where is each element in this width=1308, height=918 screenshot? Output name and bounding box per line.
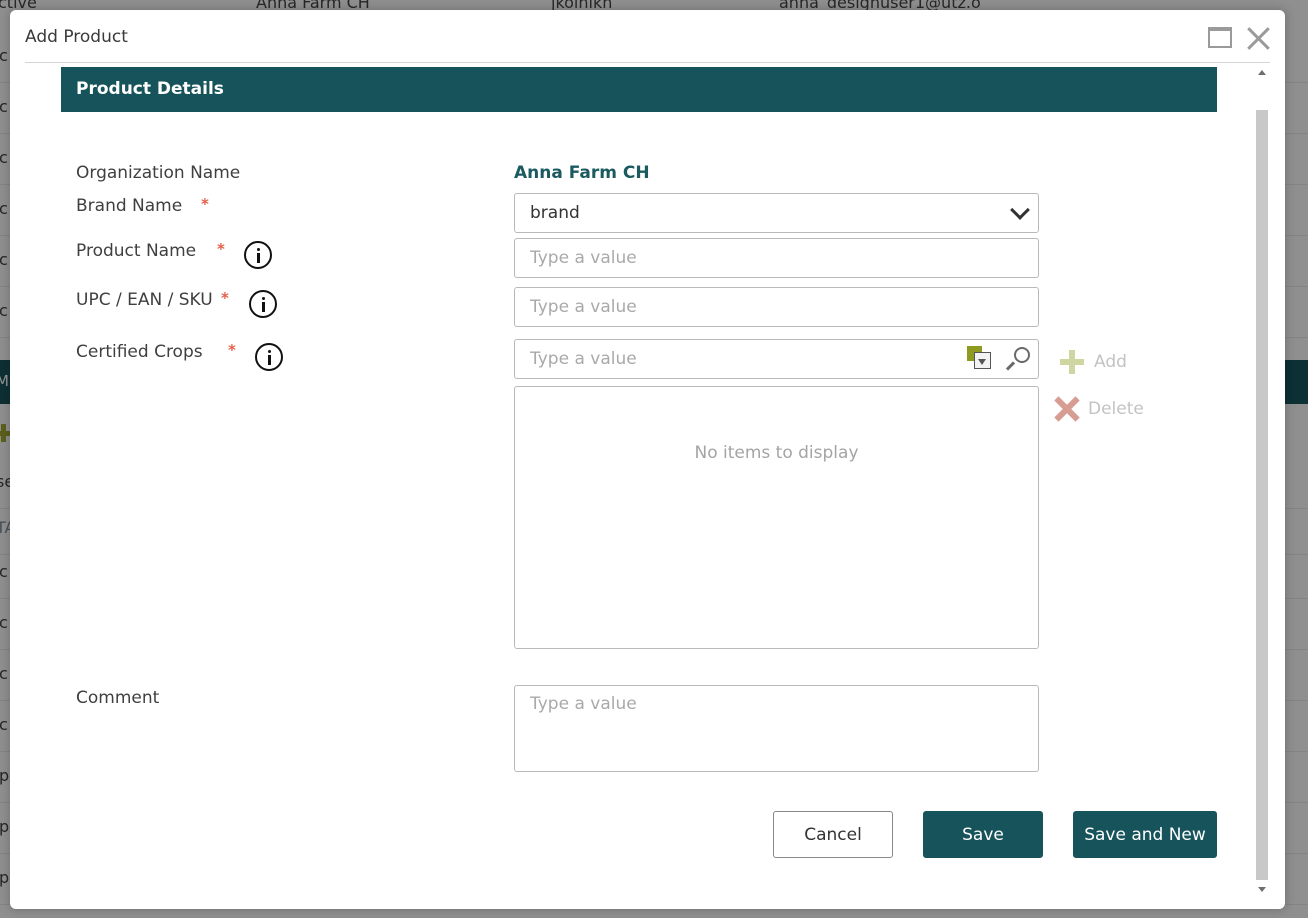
delete-x-icon xyxy=(1055,397,1079,421)
brand-name-label: Brand Name xyxy=(76,196,183,216)
certified-crops-input[interactable] xyxy=(514,339,1039,379)
certified-crops-list: No items to display xyxy=(514,386,1039,649)
save-and-new-button[interactable]: Save and New xyxy=(1073,811,1217,858)
product-name-label: Product Name xyxy=(76,241,197,261)
required-marker: * xyxy=(217,240,225,258)
list-picker-icon[interactable] xyxy=(967,346,993,372)
required-marker: * xyxy=(201,195,209,213)
dialog-scrollbar[interactable] xyxy=(1254,67,1270,895)
save-button[interactable]: Save xyxy=(923,811,1043,858)
section-header-product-details: Product Details xyxy=(61,67,1217,112)
scroll-down-icon[interactable] xyxy=(1258,887,1266,892)
organization-name-label: Organization Name xyxy=(76,163,241,183)
chevron-down-icon xyxy=(1010,200,1030,220)
brand-name-selected-value: brand xyxy=(530,203,580,223)
certified-crops-info-icon[interactable] xyxy=(255,343,283,371)
brand-name-select[interactable]: brand xyxy=(514,193,1039,233)
search-icon[interactable] xyxy=(1005,345,1033,373)
scroll-up-icon[interactable] xyxy=(1258,70,1266,75)
upc-ean-sku-input[interactable] xyxy=(514,287,1039,327)
required-marker: * xyxy=(228,341,236,359)
plus-icon xyxy=(1060,350,1084,374)
comment-label: Comment xyxy=(76,688,160,708)
upc-info-icon[interactable] xyxy=(249,290,277,318)
title-divider xyxy=(25,62,1270,63)
organization-name-value: Anna Farm CH xyxy=(514,163,650,183)
required-marker: * xyxy=(221,289,229,307)
cancel-button[interactable]: Cancel xyxy=(773,811,893,858)
scroll-thumb[interactable] xyxy=(1256,110,1268,880)
comment-textarea[interactable] xyxy=(514,685,1039,772)
close-icon[interactable] xyxy=(1244,24,1272,52)
empty-list-message: No items to display xyxy=(694,443,859,463)
certified-crops-label: Certified Crops xyxy=(76,342,203,362)
product-name-info-icon[interactable] xyxy=(244,241,272,269)
add-product-dialog: Add Product Product Details Organization… xyxy=(10,10,1285,909)
product-name-input[interactable] xyxy=(514,238,1039,278)
maximize-icon[interactable] xyxy=(1206,24,1234,52)
dialog-title: Add Product xyxy=(25,27,128,47)
upc-ean-sku-label: UPC / EAN / SKU xyxy=(76,290,213,310)
